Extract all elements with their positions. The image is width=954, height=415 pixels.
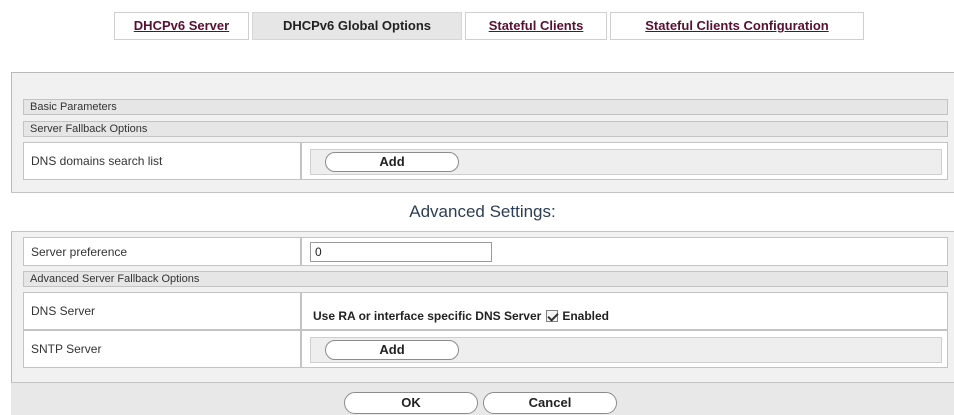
server-preference-label-text: Server preference bbox=[31, 244, 128, 259]
dns-search-list-cell: Add bbox=[301, 142, 948, 180]
sntp-server-cell: Add bbox=[301, 330, 948, 368]
tab-dhcpv6-server[interactable]: DHCPv6 Server bbox=[114, 12, 249, 40]
server-preference-cell: 0 bbox=[301, 237, 948, 266]
dns-server-label-text: DNS Server bbox=[31, 304, 96, 318]
ok-button[interactable]: OK bbox=[344, 392, 478, 414]
section-advanced-server-fallback-options: Advanced Server Fallback Options bbox=[23, 271, 948, 287]
dns-server-cell: Use RA or interface specific DNS Server … bbox=[301, 292, 948, 330]
tab-bar: DHCPv6 Server DHCPv6 Global Options Stat… bbox=[0, 12, 954, 41]
section-server-fallback-options: Server Fallback Options bbox=[23, 121, 948, 137]
dns-server-label: DNS Server bbox=[23, 292, 301, 330]
tab-stateful-clients[interactable]: Stateful Clients bbox=[465, 12, 607, 40]
section-basic-parameters: Basic Parameters bbox=[23, 99, 948, 115]
dns-search-list-label: DNS domains search list bbox=[23, 142, 301, 180]
dns-server-enabled-label: Enabled bbox=[562, 309, 610, 323]
sntp-server-label: SNTP Server bbox=[23, 330, 301, 368]
advanced-settings-title: Advanced Settings: bbox=[409, 202, 556, 221]
dns-search-add-button[interactable]: Add bbox=[325, 152, 459, 172]
dns-search-list-label-text: DNS domains search list bbox=[31, 154, 163, 168]
dns-server-option: Use RA or interface specific DNS Server … bbox=[313, 309, 609, 323]
dns-server-enabled-checkbox[interactable] bbox=[546, 310, 559, 322]
cancel-button[interactable]: Cancel bbox=[483, 392, 617, 414]
action-bar: OK Cancel bbox=[11, 382, 954, 415]
tab-dhcpv6-global-options[interactable]: DHCPv6 Global Options bbox=[252, 12, 462, 40]
server-preference-label: Server preference bbox=[23, 237, 301, 266]
tab-stateful-clients-configuration[interactable]: Stateful Clients Configuration bbox=[610, 12, 864, 40]
server-preference-input[interactable]: 0 bbox=[310, 242, 492, 262]
sntp-server-add-button[interactable]: Add bbox=[325, 340, 459, 360]
sntp-server-label-text: SNTP Server bbox=[31, 342, 102, 356]
advanced-settings-header: Advanced Settings: bbox=[11, 192, 954, 232]
dns-server-option-text: Use RA or interface specific DNS Server bbox=[313, 309, 542, 323]
